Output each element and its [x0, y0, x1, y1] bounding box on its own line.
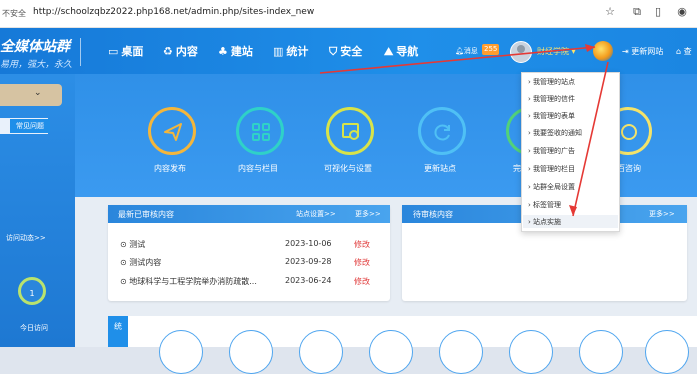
annotation-arrowhead	[585, 44, 595, 52]
annotation-arrows	[319, 44, 609, 217]
annotation-arrow-line	[572, 61, 609, 217]
annotation-arrow-line	[319, 46, 596, 74]
